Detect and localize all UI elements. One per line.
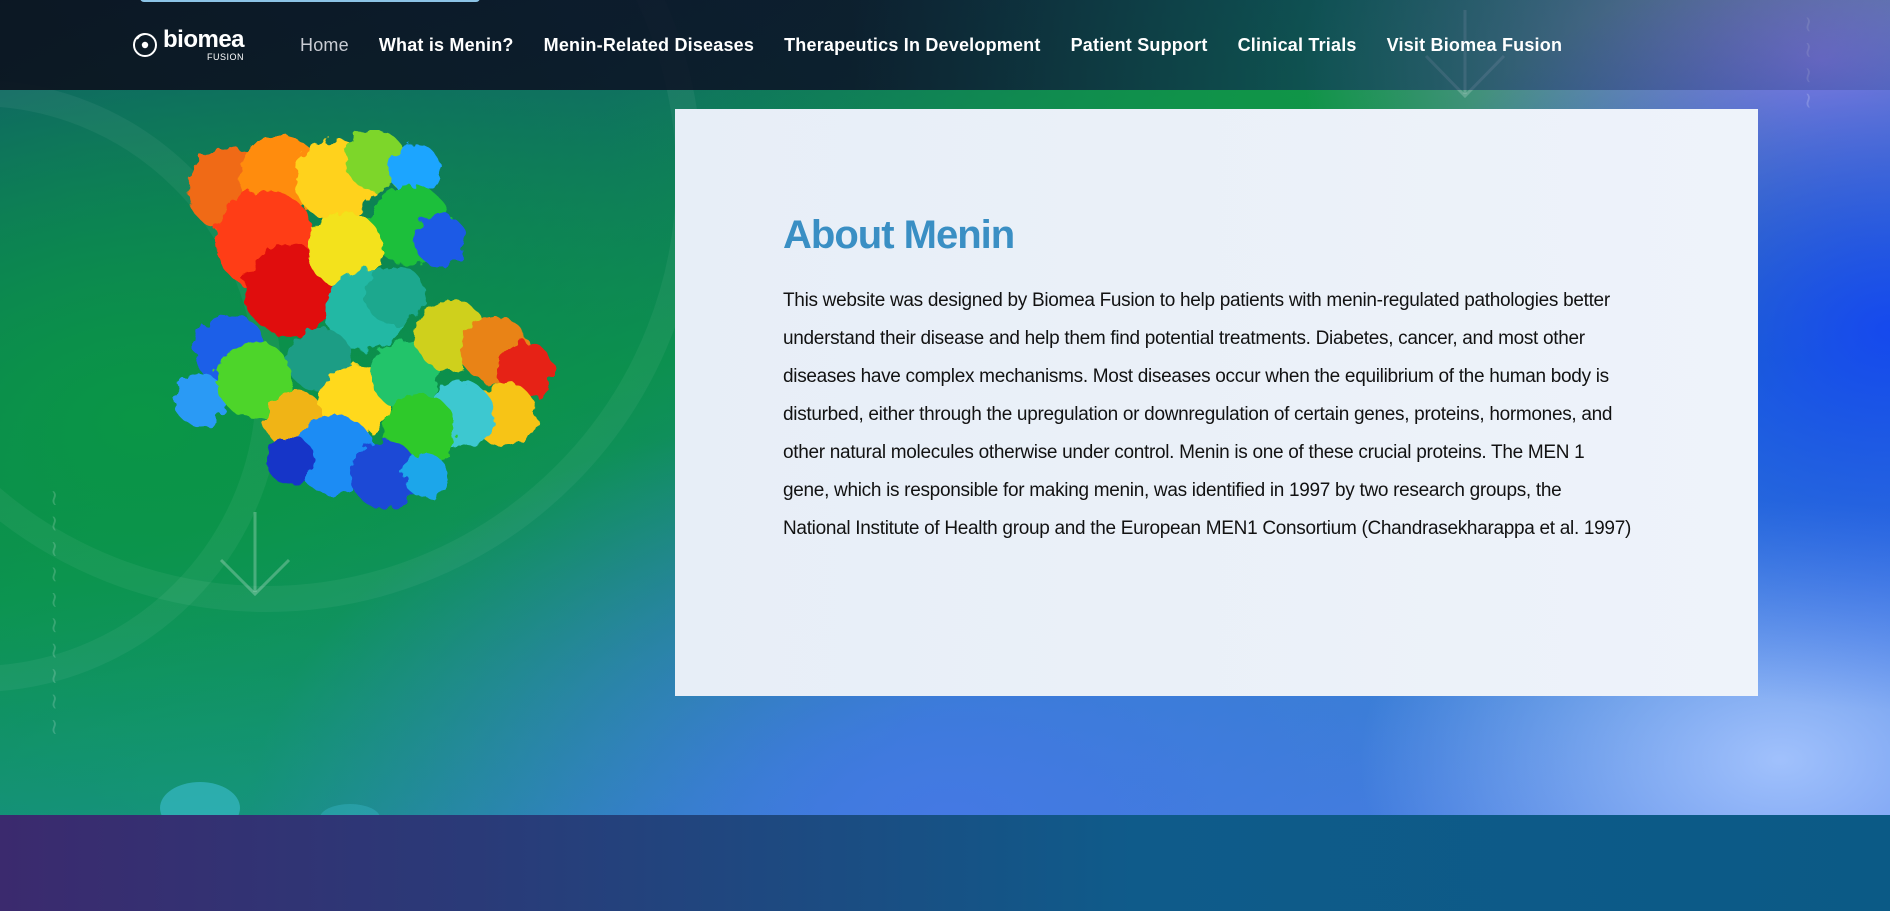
nav-item-home[interactable]: Home bbox=[300, 35, 349, 56]
about-menin-card: About Menin This website was designed by… bbox=[675, 109, 1758, 696]
nav-item-what-is-menin[interactable]: What is Menin? bbox=[379, 35, 514, 56]
menin-protein-illustration bbox=[174, 130, 553, 509]
about-paragraph: This website was designed by Biomea Fusi… bbox=[783, 290, 1631, 539]
section-title: About Menin bbox=[783, 213, 1015, 257]
brand-subtitle: FUSION bbox=[207, 52, 245, 62]
brand-logo[interactable]: biomea FUSION bbox=[132, 26, 245, 62]
main-nav: Home What is Menin? Menin-Related Diseas… bbox=[300, 0, 1592, 90]
brand-wordmark: biomea FUSION bbox=[163, 26, 245, 62]
top-navigation-bar: biomea FUSION Home What is Menin? Menin-… bbox=[0, 0, 1890, 90]
brand-name: biomea bbox=[163, 26, 245, 53]
nav-item-visit-biomea[interactable]: Visit Biomea Fusion bbox=[1387, 35, 1563, 56]
nav-item-therapeutics[interactable]: Therapeutics In Development bbox=[784, 35, 1040, 56]
nav-item-menin-related-diseases[interactable]: Menin-Related Diseases bbox=[544, 35, 754, 56]
decorative-handwriting: ~ ~ ~ ~ ~ ~ ~ ~ ~ ~ bbox=[41, 488, 67, 737]
biomea-logo-icon bbox=[133, 33, 157, 57]
nav-item-patient-support[interactable]: Patient Support bbox=[1071, 35, 1208, 56]
nav-item-clinical-trials[interactable]: Clinical Trials bbox=[1238, 35, 1357, 56]
footer-band bbox=[0, 815, 1890, 911]
protein-fragment-illustration bbox=[160, 782, 380, 815]
